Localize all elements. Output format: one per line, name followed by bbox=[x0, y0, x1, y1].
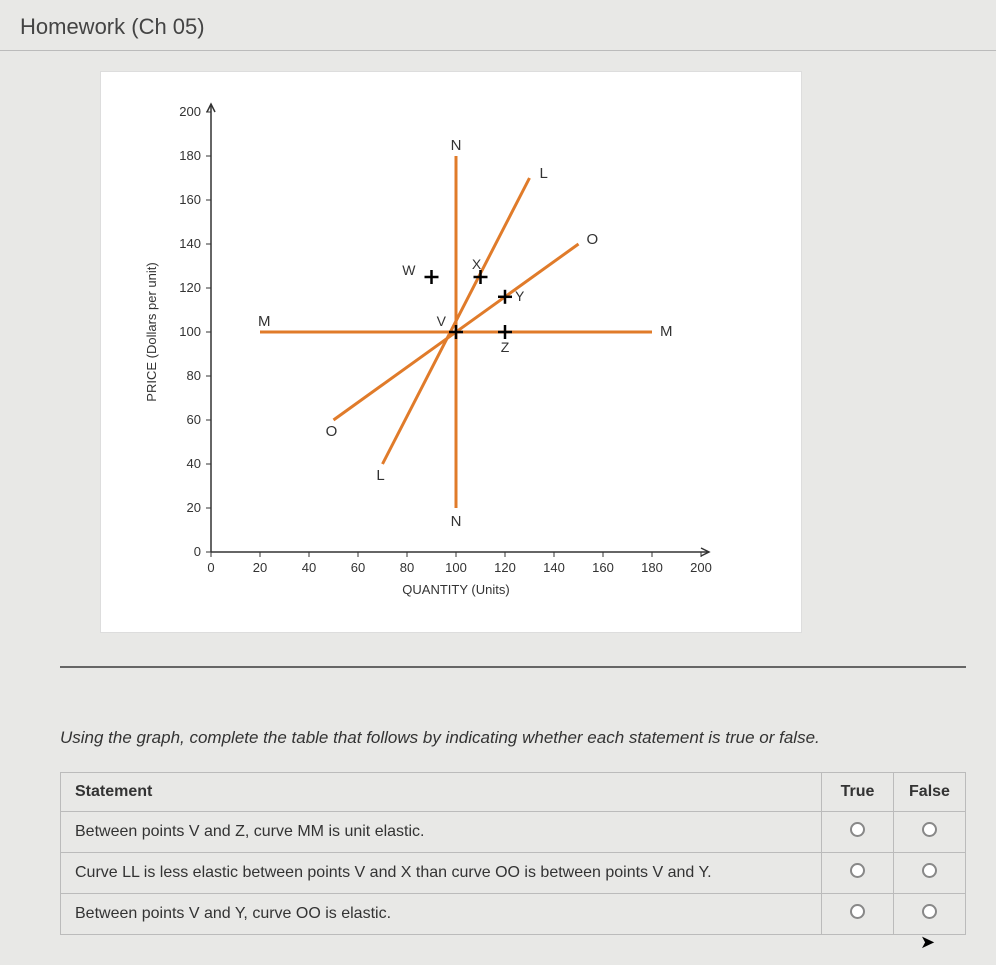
svg-text:160: 160 bbox=[179, 192, 201, 207]
svg-text:0: 0 bbox=[194, 544, 201, 559]
cell-true bbox=[822, 853, 894, 894]
radio-false[interactable] bbox=[922, 904, 937, 919]
svg-text:L: L bbox=[376, 467, 384, 484]
svg-text:W: W bbox=[402, 262, 416, 278]
svg-text:Z: Z bbox=[501, 339, 510, 355]
table-row: Between points V and Z, curve MM is unit… bbox=[61, 812, 966, 853]
svg-text:200: 200 bbox=[179, 104, 201, 119]
cell-false bbox=[894, 812, 966, 853]
cursor-icon: ➤ bbox=[920, 932, 935, 953]
section-divider bbox=[60, 666, 966, 668]
svg-text:80: 80 bbox=[187, 368, 201, 383]
cell-true bbox=[822, 894, 894, 935]
radio-false[interactable] bbox=[922, 863, 937, 878]
radio-false[interactable] bbox=[922, 822, 937, 837]
col-statement: Statement bbox=[61, 773, 822, 812]
svg-text:180: 180 bbox=[641, 560, 663, 575]
statement-text: Curve LL is less elastic between points … bbox=[61, 853, 822, 894]
svg-text:60: 60 bbox=[187, 412, 201, 427]
radio-true[interactable] bbox=[850, 822, 865, 837]
radio-true[interactable] bbox=[850, 904, 865, 919]
svg-text:20: 20 bbox=[253, 560, 267, 575]
svg-text:O: O bbox=[587, 231, 599, 248]
svg-text:160: 160 bbox=[592, 560, 614, 575]
cell-true bbox=[822, 812, 894, 853]
svg-text:120: 120 bbox=[179, 280, 201, 295]
svg-text:PRICE (Dollars per unit): PRICE (Dollars per unit) bbox=[144, 262, 159, 401]
svg-text:20: 20 bbox=[187, 500, 201, 515]
svg-text:V: V bbox=[437, 313, 447, 329]
col-false: False bbox=[894, 773, 966, 812]
elasticity-graph: 0 20 40 60 80 100 120 140 160 180 200 0 20 40 60 80 100 1… bbox=[121, 92, 761, 612]
svg-text:M: M bbox=[258, 313, 271, 330]
cell-false bbox=[894, 894, 966, 935]
svg-text:L: L bbox=[540, 165, 548, 182]
svg-text:120: 120 bbox=[494, 560, 516, 575]
svg-text:80: 80 bbox=[400, 560, 414, 575]
svg-text:100: 100 bbox=[179, 324, 201, 339]
svg-text:40: 40 bbox=[302, 560, 316, 575]
svg-text:0: 0 bbox=[207, 560, 214, 575]
svg-text:180: 180 bbox=[179, 148, 201, 163]
table-row: Curve LL is less elastic between points … bbox=[61, 853, 966, 894]
col-true: True bbox=[822, 773, 894, 812]
svg-text:M: M bbox=[660, 323, 673, 340]
svg-text:200: 200 bbox=[690, 560, 712, 575]
graph-panel: 0 20 40 60 80 100 120 140 160 180 200 0 20 40 60 80 100 1… bbox=[100, 71, 802, 633]
statement-text: Between points V and Z, curve MM is unit… bbox=[61, 812, 822, 853]
statement-text: Between points V and Y, curve OO is elas… bbox=[61, 894, 822, 935]
svg-text:60: 60 bbox=[351, 560, 365, 575]
svg-text:QUANTITY (Units): QUANTITY (Units) bbox=[402, 582, 509, 597]
svg-text:O: O bbox=[326, 423, 338, 440]
svg-text:N: N bbox=[451, 513, 462, 530]
svg-text:140: 140 bbox=[543, 560, 565, 575]
radio-true[interactable] bbox=[850, 863, 865, 878]
svg-text:Y: Y bbox=[515, 288, 525, 304]
svg-text:N: N bbox=[451, 137, 462, 154]
content-area: 0 20 40 60 80 100 120 140 160 180 200 0 20 40 60 80 100 1… bbox=[0, 51, 996, 965]
svg-text:40: 40 bbox=[187, 456, 201, 471]
page-title: Homework (Ch 05) bbox=[0, 0, 996, 51]
svg-text:140: 140 bbox=[179, 236, 201, 251]
instructions-text: Using the graph, complete the table that… bbox=[60, 728, 966, 748]
table-row: Between points V and Y, curve OO is elas… bbox=[61, 894, 966, 935]
cell-false bbox=[894, 853, 966, 894]
svg-text:X: X bbox=[472, 256, 482, 272]
svg-text:100: 100 bbox=[445, 560, 467, 575]
statements-table: Statement True False Between points V an… bbox=[60, 772, 966, 935]
